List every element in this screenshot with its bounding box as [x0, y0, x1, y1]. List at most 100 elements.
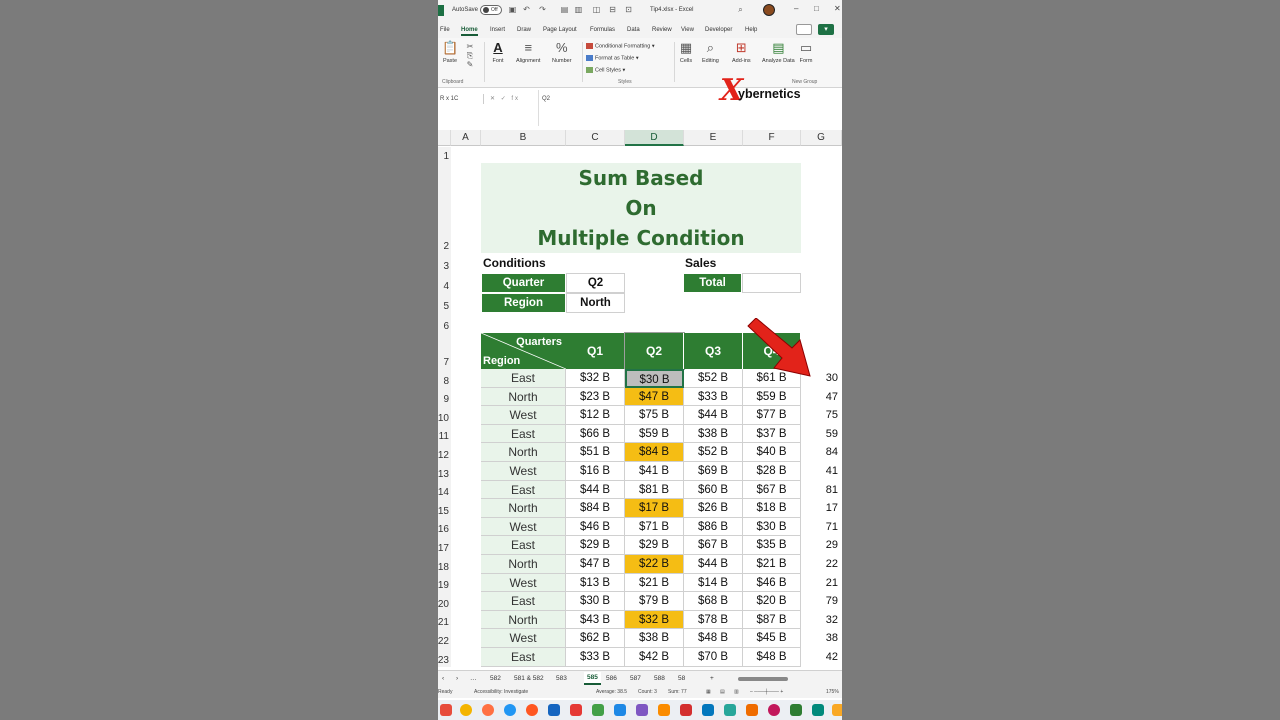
- q1-cell[interactable]: $66 B: [566, 424, 625, 444]
- q4-cell[interactable]: $30 B: [743, 517, 801, 537]
- region-cell[interactable]: West: [481, 629, 566, 648]
- region-cell[interactable]: West: [481, 573, 566, 593]
- q4-cell[interactable]: $18 B: [743, 499, 801, 518]
- undo-icon[interactable]: ↶: [522, 5, 531, 14]
- prev-sheet-icon[interactable]: ‹: [442, 675, 444, 682]
- region-cell[interactable]: West: [481, 462, 566, 481]
- row-header[interactable]: 2: [438, 163, 451, 253]
- region-cell[interactable]: East: [481, 536, 566, 555]
- quick-access-icon[interactable]: ◫: [592, 5, 601, 14]
- row-header[interactable]: 8: [438, 369, 451, 388]
- row-header[interactable]: 13: [438, 462, 451, 481]
- g-cell[interactable]: 71: [808, 518, 838, 537]
- q2-cell[interactable]: $84 B: [625, 443, 684, 462]
- maximize-icon[interactable]: □: [814, 4, 819, 13]
- q4-cell[interactable]: $46 B: [743, 573, 801, 593]
- editing-button[interactable]: ⌕ Editing: [702, 40, 719, 64]
- visual-studio-icon[interactable]: [636, 704, 648, 716]
- q3-cell[interactable]: $44 B: [684, 555, 743, 574]
- q2-cell[interactable]: $21 B: [625, 573, 684, 593]
- row-header[interactable]: 21: [438, 610, 451, 630]
- column-header-d[interactable]: D: [625, 130, 684, 146]
- quick-access-icon[interactable]: ⊡: [624, 5, 633, 14]
- tab-draw[interactable]: Draw: [517, 27, 531, 33]
- q1-cell[interactable]: $13 B: [566, 573, 625, 593]
- row-header[interactable]: 20: [438, 592, 451, 611]
- comments-button[interactable]: [796, 24, 812, 35]
- q3-cell[interactable]: $78 B: [684, 610, 743, 630]
- alignment-button[interactable]: ≡ Alignment: [516, 40, 540, 64]
- page-break-icon[interactable]: ▥: [734, 689, 739, 695]
- g-cell[interactable]: 75: [808, 406, 838, 425]
- q3-cell[interactable]: $14 B: [684, 573, 743, 593]
- g-cell[interactable]: 22: [808, 555, 838, 574]
- row-header[interactable]: 11: [438, 424, 451, 444]
- q3-cell[interactable]: $86 B: [684, 517, 743, 537]
- column-header-c[interactable]: C: [566, 130, 625, 146]
- app-icon[interactable]: [768, 704, 780, 716]
- q3-cell[interactable]: $67 B: [684, 536, 743, 555]
- cells-button[interactable]: ▦ Cells: [678, 40, 694, 64]
- add-sheet-icon[interactable]: +: [710, 675, 714, 682]
- q3-cell[interactable]: $60 B: [684, 480, 743, 500]
- row-header[interactable]: 3: [438, 253, 451, 273]
- format-as-table-button[interactable]: Format as Table ▾: [586, 55, 639, 61]
- browser-icon[interactable]: [526, 704, 538, 716]
- select-all-corner[interactable]: [438, 130, 451, 146]
- row-header[interactable]: 9: [438, 387, 451, 407]
- q2-cell[interactable]: $79 B: [625, 592, 684, 611]
- g-cell[interactable]: 79: [808, 592, 838, 611]
- q1-cell[interactable]: $47 B: [566, 555, 625, 574]
- quarter-value-cell[interactable]: Q2: [566, 273, 625, 293]
- share-button[interactable]: ▾: [818, 24, 834, 35]
- page-layout-icon[interactable]: ▤: [720, 689, 725, 695]
- normal-view-icon[interactable]: ▦: [706, 689, 711, 695]
- row-header[interactable]: 19: [438, 573, 451, 593]
- quarter-label-cell[interactable]: Quarter: [481, 273, 566, 293]
- row-header[interactable]: 6: [438, 313, 451, 333]
- tab-developer[interactable]: Developer: [705, 27, 732, 33]
- q3-cell[interactable]: $70 B: [684, 648, 743, 667]
- row-header[interactable]: 22: [438, 629, 451, 648]
- q1-cell[interactable]: $84 B: [566, 499, 625, 518]
- q2-cell[interactable]: $30 B: [625, 369, 684, 388]
- app-icon[interactable]: [658, 704, 670, 716]
- region-value-cell[interactable]: North: [566, 293, 625, 313]
- g-cell[interactable]: 59: [808, 425, 838, 444]
- firefox-icon[interactable]: [482, 704, 494, 716]
- tab-page-layout[interactable]: Page Layout: [543, 27, 577, 33]
- q2-cell[interactable]: $32 B: [625, 610, 684, 630]
- region-cell[interactable]: North: [481, 387, 566, 407]
- q3-cell[interactable]: $33 B: [684, 387, 743, 407]
- tab-formulas[interactable]: Formulas: [590, 27, 615, 33]
- g-cell[interactable]: 81: [808, 481, 838, 500]
- row-header[interactable]: 7: [438, 333, 451, 369]
- q2-cell[interactable]: $42 B: [625, 648, 684, 667]
- g-cell[interactable]: 21: [808, 574, 838, 593]
- q1-cell[interactable]: $46 B: [566, 517, 625, 537]
- region-cell[interactable]: East: [481, 480, 566, 500]
- quick-access-icon[interactable]: ⊟: [608, 5, 617, 14]
- minimize-icon[interactable]: –: [794, 4, 798, 13]
- paste-button[interactable]: 📋 Paste: [442, 40, 458, 64]
- g-cell[interactable]: 17: [808, 499, 838, 518]
- g-cell[interactable]: 32: [808, 611, 838, 630]
- region-cell[interactable]: North: [481, 443, 566, 462]
- sheet-tab[interactable]: 588: [654, 675, 665, 682]
- q3-cell[interactable]: $26 B: [684, 499, 743, 518]
- search-icon[interactable]: ⌕: [736, 5, 745, 14]
- filezilla-icon[interactable]: [570, 704, 582, 716]
- tab-data[interactable]: Data: [627, 27, 640, 33]
- q2-cell[interactable]: $59 B: [625, 424, 684, 444]
- app-icon[interactable]: [746, 704, 758, 716]
- row-header[interactable]: 12: [438, 443, 451, 462]
- q4-cell[interactable]: $45 B: [743, 629, 801, 648]
- tab-file[interactable]: File: [440, 27, 450, 33]
- save-icon[interactable]: ▣: [508, 5, 517, 14]
- row-header[interactable]: 23: [438, 648, 451, 667]
- q2-cell[interactable]: $41 B: [625, 462, 684, 481]
- quick-access-icon[interactable]: ▤: [560, 5, 569, 14]
- tab-home[interactable]: Home: [461, 27, 478, 36]
- name-box[interactable]: R x 1C: [438, 94, 484, 104]
- region-cell[interactable]: West: [481, 406, 566, 425]
